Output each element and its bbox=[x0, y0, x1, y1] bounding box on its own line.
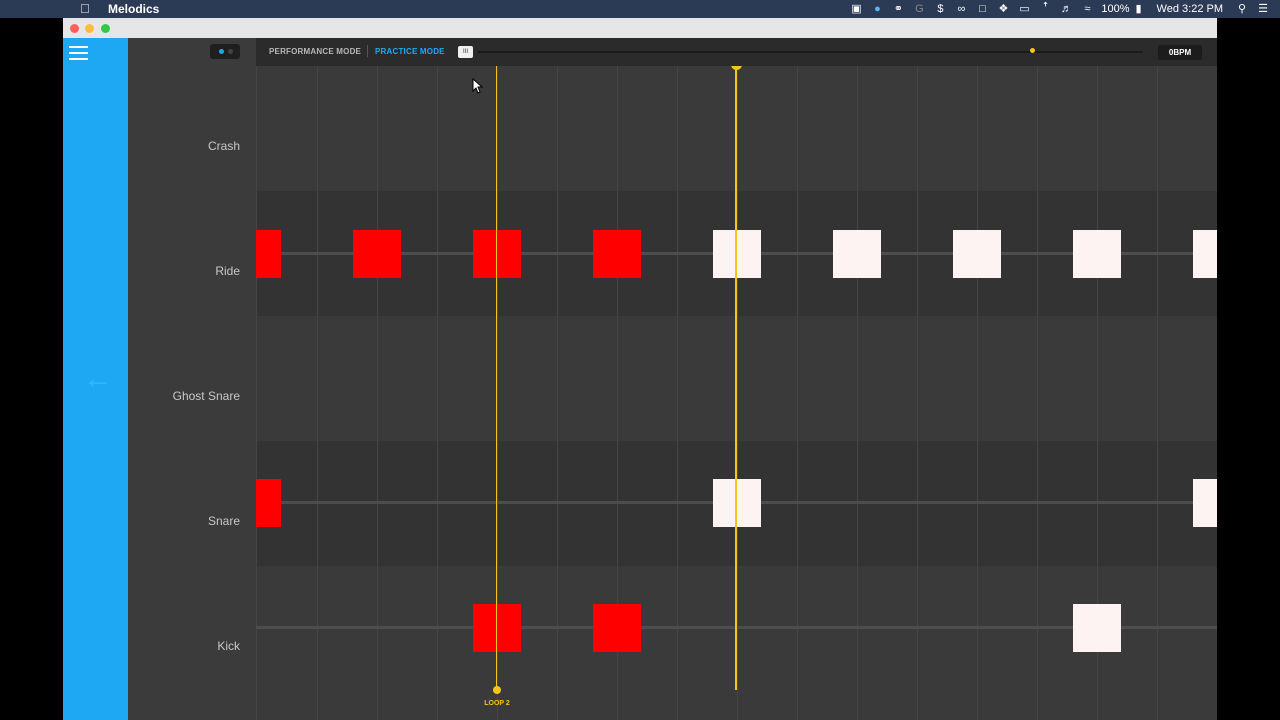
mode-bar: PERFORMANCE MODE PRACTICE MODE III 0BPM bbox=[256, 38, 1217, 66]
grammarly-icon[interactable]: G bbox=[912, 3, 926, 15]
beat-line bbox=[917, 66, 918, 720]
note-grid: LOOP 2 bbox=[256, 66, 1217, 720]
mouse-pointer-icon bbox=[472, 78, 484, 94]
beat-line bbox=[317, 66, 318, 720]
progress-track[interactable] bbox=[478, 51, 1143, 53]
beat-line bbox=[377, 66, 378, 720]
airplay-icon[interactable]: ▭ bbox=[1017, 3, 1031, 15]
apple-menu-icon[interactable]:  bbox=[80, 1, 90, 16]
dollar-icon[interactable]: $ bbox=[933, 3, 947, 15]
loop-marker-line bbox=[496, 66, 497, 690]
beat-line bbox=[977, 66, 978, 720]
volume-icon[interactable]: ♬ bbox=[1059, 3, 1073, 15]
toggle-dot-inactive bbox=[228, 49, 233, 54]
beat-line bbox=[797, 66, 798, 720]
minimize-window-button[interactable] bbox=[85, 24, 94, 33]
note-snare-pending bbox=[713, 479, 761, 527]
playhead-line bbox=[735, 66, 737, 690]
beat-line bbox=[737, 66, 738, 720]
clock[interactable]: Wed 3:22 PM bbox=[1157, 3, 1223, 15]
notification-center-icon[interactable]: ☰ bbox=[1256, 3, 1270, 15]
lane-label-ride: Ride bbox=[215, 264, 240, 278]
toggle-dot-active bbox=[219, 49, 224, 54]
app-name-menu[interactable]: Melodics bbox=[108, 2, 159, 16]
note-ride-hit bbox=[473, 230, 521, 278]
wifi-icon[interactable]: ≈ bbox=[1080, 3, 1094, 15]
glasses-icon[interactable]: ∞ bbox=[954, 3, 968, 15]
square-icon[interactable]: □ bbox=[975, 3, 989, 15]
note-snare-pending bbox=[1193, 479, 1217, 527]
hamburger-menu-icon[interactable] bbox=[69, 46, 88, 60]
note-ride-hit bbox=[256, 230, 281, 278]
beat-line bbox=[857, 66, 858, 720]
title-bar bbox=[63, 18, 1217, 38]
evernote-icon[interactable]: ● bbox=[870, 3, 884, 15]
note-snare-hit bbox=[256, 479, 281, 527]
note-ride-hit bbox=[593, 230, 641, 278]
note-ride-pending bbox=[953, 230, 1001, 278]
progress-marker[interactable] bbox=[1030, 48, 1035, 53]
creative-cloud-icon[interactable]: ⚭ bbox=[891, 3, 905, 15]
note-ride-hit bbox=[353, 230, 401, 278]
note-ride-pending bbox=[713, 230, 761, 278]
lane-label-ghost-snare: Ghost Snare bbox=[172, 389, 240, 403]
menu-bar-tray: ▣ ● ⚭ G $ ∞ □ ❖ ▭ ꜛ ♬ ≈ 100% ▮ Wed 3:22 … bbox=[849, 0, 1280, 18]
beat-line bbox=[256, 66, 257, 720]
loop-label: LOOP 2 bbox=[484, 700, 510, 707]
note-kick-hit bbox=[593, 604, 641, 652]
dropbox-icon[interactable]: ❖ bbox=[996, 3, 1010, 15]
bluetooth-icon[interactable]: ꜛ bbox=[1038, 3, 1052, 15]
performance-mode-tab[interactable]: PERFORMANCE MODE bbox=[269, 47, 361, 56]
mode-divider bbox=[367, 45, 368, 57]
lane-labels-panel: Crash Ride Ghost Snare Snare Kick bbox=[128, 38, 256, 720]
beat-line bbox=[557, 66, 558, 720]
beat-line bbox=[437, 66, 438, 720]
note-kick-hit bbox=[473, 604, 521, 652]
note-ride-pending bbox=[1073, 230, 1121, 278]
practice-mode-tab[interactable]: PRACTICE MODE bbox=[375, 47, 445, 56]
note-kick-pending bbox=[1073, 604, 1121, 652]
battery-icon[interactable]: ▮ bbox=[1132, 3, 1146, 15]
back-arrow-icon[interactable]: ← bbox=[83, 364, 113, 394]
lane-label-kick: Kick bbox=[217, 639, 240, 653]
loop-marker-dot[interactable] bbox=[493, 686, 501, 694]
view-toggle[interactable] bbox=[210, 44, 240, 59]
scrubber-handle[interactable]: III bbox=[458, 46, 473, 58]
app-window: ← Crash Ride Ghost Snare Snare Kick PERF… bbox=[63, 18, 1217, 720]
screen-record-icon[interactable]: ▣ bbox=[849, 3, 863, 15]
lane-label-snare: Snare bbox=[207, 514, 240, 528]
beat-line bbox=[677, 66, 678, 720]
beat-line bbox=[1037, 66, 1038, 720]
zoom-window-button[interactable] bbox=[101, 24, 110, 33]
close-window-button[interactable] bbox=[70, 24, 79, 33]
lane-label-crash: Crash bbox=[207, 139, 240, 153]
battery-percent[interactable]: 100% bbox=[1101, 3, 1129, 15]
menu-bar:  Melodics ▣ ● ⚭ G $ ∞ □ ❖ ▭ ꜛ ♬ ≈ 100% … bbox=[0, 0, 1280, 18]
beat-line bbox=[1157, 66, 1158, 720]
bpm-display[interactable]: 0BPM bbox=[1158, 45, 1202, 60]
note-ride-pending bbox=[833, 230, 881, 278]
sidebar: ← bbox=[63, 38, 128, 720]
note-ride-pending bbox=[1193, 230, 1217, 278]
spotlight-search-icon[interactable]: ⚲ bbox=[1235, 3, 1249, 15]
